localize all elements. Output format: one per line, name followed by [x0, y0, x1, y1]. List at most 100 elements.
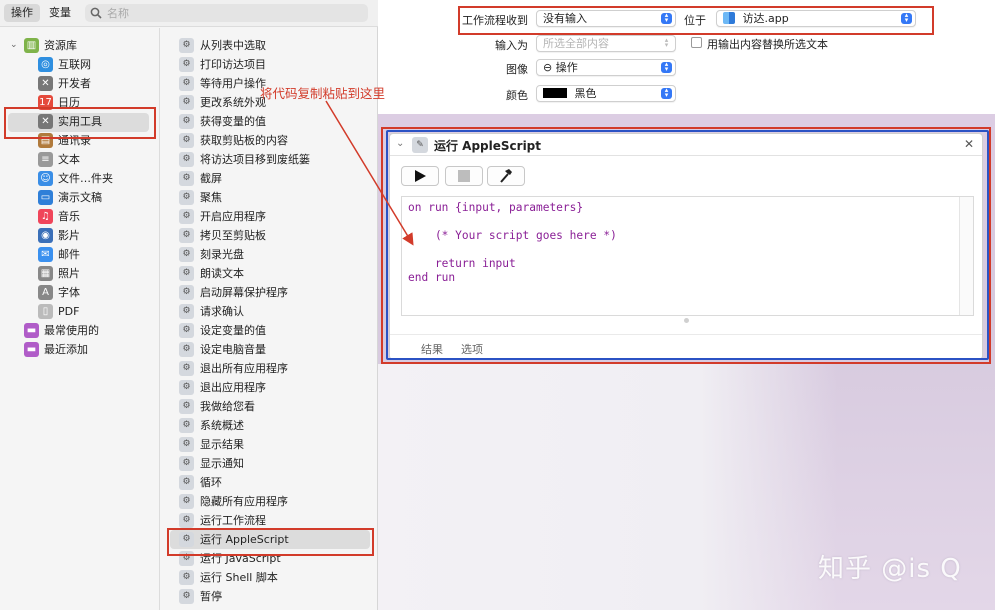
action-item[interactable]: ⚙ 聚焦 [160, 188, 378, 207]
library-item[interactable]: ✕ 开发者 [0, 74, 160, 93]
action-item-label: 运行 AppleScript [200, 533, 289, 546]
automator-action-icon: ⚙ [179, 361, 194, 376]
action-item[interactable]: ⚙ 运行 JavaScript [160, 549, 378, 568]
action-item[interactable]: ⚙ 截屏 [160, 169, 378, 188]
input-is-label: 输入为 [495, 39, 528, 52]
library-item[interactable]: 17 日历 [0, 93, 160, 112]
library-item-label: 实用工具 [58, 115, 102, 128]
library-item[interactable]: ☺ 文件…件夹 [0, 169, 160, 188]
calendar-icon: 17 [38, 95, 53, 110]
search-icon [90, 7, 102, 19]
action-item-label: 退出应用程序 [200, 381, 266, 394]
automator-action-icon: ⚙ [179, 209, 194, 224]
library-item[interactable]: ♫ 音乐 [0, 207, 160, 226]
automator-action-icon: ⚙ [179, 171, 194, 186]
chevron-down-icon[interactable]: ⌄ [10, 36, 18, 55]
tab-variables[interactable]: 变量 [42, 4, 78, 22]
color-select[interactable]: 黑色 ▴ ▾ [536, 85, 676, 102]
library-item[interactable]: ▭ 演示文稿 [0, 188, 160, 207]
search-input[interactable] [107, 4, 357, 22]
action-item[interactable]: ⚙ 我做给您看 [160, 397, 378, 416]
library-item[interactable]: ▬ 最常使用的 [0, 321, 160, 340]
library-toolbar: 操作 变量 [0, 0, 378, 27]
action-item[interactable]: ⚙ 退出所有应用程序 [160, 359, 378, 378]
tab-options[interactable]: 选项 [461, 341, 483, 357]
photo-icon: ▦ [38, 266, 53, 281]
action-item[interactable]: ⚙ 拷贝至剪贴板 [160, 226, 378, 245]
library-item-label: 音乐 [58, 210, 80, 223]
action-item-label: 设定电脑音量 [200, 343, 266, 356]
color-label: 颜色 [506, 89, 528, 102]
input-is-select[interactable]: 所选全部内容 ▴ ▾ [536, 35, 676, 52]
action-item[interactable]: ⚙ 打印访达项目 [160, 55, 378, 74]
library-item[interactable]: ⌄ ▥ 资源库 [0, 36, 160, 55]
action-item[interactable]: ⚙ 暂停 [160, 587, 378, 606]
keynote-icon: ▭ [38, 190, 53, 205]
close-icon[interactable]: ✕ [964, 137, 974, 151]
editor-scrollbar[interactable] [959, 197, 973, 315]
library-item[interactable]: ▤ 通讯录 [0, 131, 160, 150]
resize-handle[interactable] [684, 318, 689, 323]
collapse-chevron-icon[interactable]: ⌄ [396, 138, 404, 149]
run-button[interactable] [401, 166, 439, 186]
action-item[interactable]: ⚙ 从列表中选取 [160, 36, 378, 55]
action-item[interactable]: ⚙ 启动屏幕保护程序 [160, 283, 378, 302]
action-item-label: 系统概述 [200, 419, 244, 432]
action-item[interactable]: ⚙ 退出应用程序 [160, 378, 378, 397]
search-box[interactable] [85, 4, 368, 22]
action-item-label: 设定变量的值 [200, 324, 266, 337]
action-item[interactable]: ⚙ 运行工作流程 [160, 511, 378, 530]
action-item[interactable]: ⚙ 运行 Shell 脚本 [160, 568, 378, 587]
stop-button[interactable] [445, 166, 483, 186]
action-item[interactable]: ⚙ 循环 [160, 473, 378, 492]
automator-action-icon: ⚙ [179, 228, 194, 243]
image-label: 图像 [506, 63, 528, 76]
library-item[interactable]: ✉ 邮件 [0, 245, 160, 264]
compile-button[interactable] [487, 166, 525, 186]
automator-action-icon: ⚙ [179, 513, 194, 528]
image-select[interactable]: ⊖ 操作 ▴ ▾ [536, 59, 676, 76]
automator-action-icon: ⚙ [179, 133, 194, 148]
action-item[interactable]: ⚙ 开启应用程序 [160, 207, 378, 226]
action-item-label: 将访达项目移到废纸篓 [200, 153, 310, 166]
action-item-label: 获得变量的值 [200, 115, 266, 128]
automator-action-icon: ⚙ [179, 380, 194, 395]
script-editor[interactable]: on run {input, parameters} (* Your scrip… [401, 196, 974, 316]
action-item[interactable]: ⚙ 将访达项目移到废纸篓 [160, 150, 378, 169]
action-item[interactable]: ⚙ 设定电脑音量 [160, 340, 378, 359]
action-item[interactable]: ⚙ 显示结果 [160, 435, 378, 454]
movie-icon: ◉ [38, 228, 53, 243]
image-value: ⊖ 操作 [543, 61, 578, 74]
library-item[interactable]: ▦ 照片 [0, 264, 160, 283]
application-select[interactable]: 访达.app ▴ ▾ [716, 10, 916, 27]
play-icon [415, 170, 426, 182]
action-item-label: 运行 Shell 脚本 [200, 571, 278, 584]
library-item[interactable]: ▯ PDF [0, 302, 160, 321]
library-item[interactable]: A 字体 [0, 283, 160, 302]
library-item[interactable]: ◎ 互联网 [0, 55, 160, 74]
library-item[interactable]: ≡ 文本 [0, 150, 160, 169]
hammer-icon [500, 169, 512, 183]
action-item[interactable]: ⚙ 隐藏所有应用程序 [160, 492, 378, 511]
action-item[interactable]: ⚙ 显示通知 [160, 454, 378, 473]
action-item[interactable]: ⚙ 刻录光盘 [160, 245, 378, 264]
action-item[interactable]: ⚙ 朗读文本 [160, 264, 378, 283]
automator-action-icon: ⚙ [179, 475, 194, 490]
library-item[interactable]: ✕ 实用工具 [0, 112, 160, 131]
action-item[interactable]: ⚙ 获取剪贴板的内容 [160, 131, 378, 150]
select-stepper-icon: ▴ ▾ [661, 61, 672, 73]
action-item[interactable]: ⚙ 设定变量的值 [160, 321, 378, 340]
action-item[interactable]: ⚙ 运行 AppleScript [160, 530, 378, 549]
tab-results[interactable]: 结果 [421, 341, 443, 357]
workflow-input-select[interactable]: 没有输入 ▴ ▾ [536, 10, 676, 27]
action-item-label: 开启应用程序 [200, 210, 266, 223]
action-item[interactable]: ⚙ 获得变量的值 [160, 112, 378, 131]
action-item[interactable]: ⚙ 系统概述 [160, 416, 378, 435]
replace-text-checkbox[interactable] [691, 37, 702, 48]
tools-icon: ✕ [38, 76, 53, 91]
library-item[interactable]: ◉ 影片 [0, 226, 160, 245]
script-code: on run {input, parameters} (* Your scrip… [408, 201, 617, 284]
action-item[interactable]: ⚙ 请求确认 [160, 302, 378, 321]
library-item[interactable]: ▬ 最近添加 [0, 340, 160, 359]
tab-actions[interactable]: 操作 [4, 4, 40, 22]
